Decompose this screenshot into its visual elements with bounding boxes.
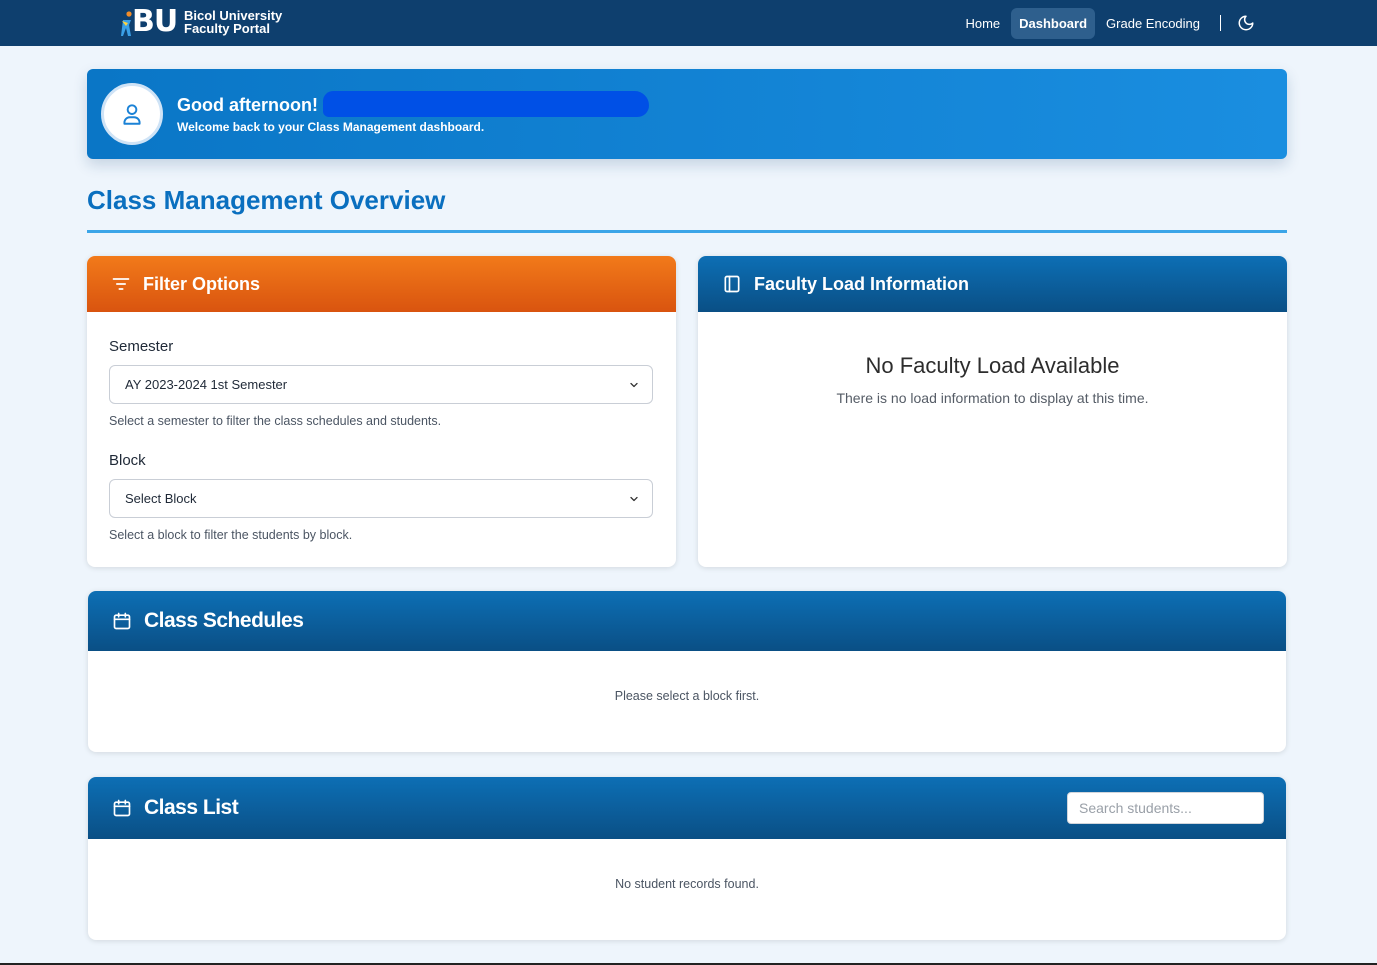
faculty-load-empty-subtitle: There is no load information to display …: [836, 390, 1149, 406]
filter-options-title: Filter Options: [143, 273, 260, 294]
chevron-down-icon: [630, 382, 638, 388]
class-list-title: Class List: [144, 796, 239, 819]
portal-logo[interactable]: BU Bicol University Faculty Portal: [118, 5, 282, 39]
semester-select-value: AY 2023-2024 1st Semester: [125, 377, 288, 392]
chevron-down-icon: [630, 496, 638, 502]
faculty-load-card: Faculty Load Information No Faculty Load…: [698, 256, 1287, 567]
block-select[interactable]: Select Block: [109, 479, 653, 518]
nav-link-grade-encoding[interactable]: Grade Encoding: [1098, 8, 1208, 39]
block-label: Block: [109, 452, 146, 469]
logo-letters: BU: [132, 4, 178, 39]
greeting-subtitle: Welcome back to your Class Management da…: [177, 120, 485, 134]
nav-link-home[interactable]: Home: [957, 8, 1008, 39]
filter-options-card: Filter Options Semester AY 2023-2024 1st…: [87, 256, 676, 567]
title-divider: [87, 230, 1287, 233]
greeting-banner: Good afternoon! Welcome back to your Cla…: [87, 69, 1287, 159]
nav-links: Home Dashboard Grade Encoding: [954, 7, 1257, 39]
faculty-load-header: Faculty Load Information: [698, 256, 1287, 312]
class-schedules-empty-message: Please select a block first.: [614, 689, 760, 703]
redacted-username: [323, 91, 649, 117]
block-hint: Select a block to filter the students by…: [109, 528, 353, 542]
filter-icon: [111, 274, 131, 294]
class-schedules-card: Class Schedules Please select a block fi…: [88, 591, 1286, 752]
logo-line-2: Faculty Portal: [184, 21, 270, 36]
avatar: [101, 83, 163, 145]
class-schedules-header: Class Schedules: [88, 591, 1286, 651]
filter-options-header: Filter Options: [87, 256, 676, 312]
sidebar-panel-icon: [722, 274, 742, 294]
semester-hint: Select a semester to filter the class sc…: [109, 414, 442, 428]
top-navbar: BU Bicol University Faculty Portal Home …: [0, 0, 1377, 46]
moon-icon: [1238, 15, 1254, 31]
semester-select[interactable]: AY 2023-2024 1st Semester: [109, 365, 653, 404]
semester-label: Semester: [109, 338, 174, 355]
user-icon: [123, 104, 141, 125]
bu-logo-mark: BU: [118, 5, 182, 39]
class-list-card: Class List No student records found.: [88, 777, 1286, 940]
nav-link-dashboard[interactable]: Dashboard: [1011, 7, 1096, 39]
class-list-empty-message: No student records found.: [615, 877, 759, 891]
calendar-icon: [112, 611, 132, 631]
class-list-header: Class List: [88, 777, 1286, 839]
greeting-title: Good afternoon!: [177, 95, 318, 115]
logo-text: Bicol University Faculty Portal: [184, 9, 282, 35]
class-schedules-title: Class Schedules: [144, 609, 304, 632]
calendar-icon: [112, 798, 132, 818]
page-title: Class Management Overview: [87, 185, 446, 215]
nav-divider: [1220, 15, 1221, 31]
faculty-load-title: Faculty Load Information: [754, 273, 970, 294]
search-students-input[interactable]: [1067, 792, 1264, 824]
block-select-value: Select Block: [125, 491, 197, 506]
faculty-load-empty-title: No Faculty Load Available: [865, 353, 1120, 378]
theme-toggle-button[interactable]: [1235, 12, 1257, 34]
